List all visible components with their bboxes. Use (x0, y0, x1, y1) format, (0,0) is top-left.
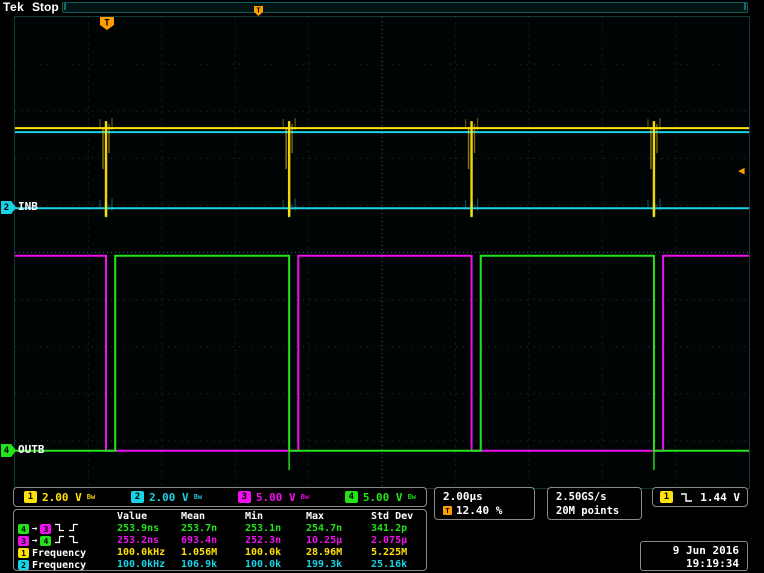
trigger-source-badge: 1 (660, 491, 673, 503)
measurement-cell: 5.225M (371, 547, 426, 559)
measurement-cell: 253.1n (245, 523, 306, 535)
channel-3-readout[interactable]: 3 5.00 V Bw (238, 491, 309, 504)
channel-readout-bar: 1 2.00 V Bw 2 2.00 V Bw 3 5.00 V Bw 4 5.… (13, 487, 427, 507)
measurement-table: Value Mean Min Max Std Dev 4 → 3 253.9ns… (13, 509, 427, 571)
column-header: Mean (181, 511, 245, 523)
timebase-scale: 2.00µs (443, 490, 534, 503)
date-label: 9 Jun 2016 (641, 544, 739, 557)
measurement-cell: 199.3k (306, 559, 371, 571)
channel-4-readout[interactable]: 4 5.00 V Bw (345, 491, 416, 504)
measurement-label-delay-3-4: 3 → 4 (18, 535, 117, 547)
measurement-label-ch2-frequency: 2 Frequency (18, 559, 117, 571)
measurement-cell: 254.7n (306, 523, 371, 535)
channel-1-scale: 2.00 V (42, 491, 82, 504)
measurement-cell: 100.0k (245, 547, 306, 559)
measurement-label-ch1-frequency: 1 Frequency (18, 547, 117, 559)
measurement-cell: 100.0kHz (117, 547, 181, 559)
measurement-cell: 10.25µ (306, 535, 371, 547)
bandwidth-limit-icon: Bw (408, 493, 416, 501)
measurement-cell: 100.0k (245, 559, 306, 571)
acquisition-status: Stop (32, 0, 59, 14)
top-bar: Tek Stop T (0, 0, 764, 15)
svg-text:T: T (104, 19, 110, 29)
measurement-cell: 1.056M (181, 547, 245, 559)
measurement-cell: 253.2ns (117, 535, 181, 547)
measurement-name: Frequency (32, 548, 86, 559)
channel-2-badge: 2 (18, 560, 29, 570)
measurement-cell: 252.3n (245, 535, 306, 547)
bandwidth-limit-icon: Bw (87, 493, 95, 501)
tek-logo: Tek (3, 0, 24, 14)
datetime-readout: 9 Jun 2016 19:19:34 (640, 541, 748, 571)
column-header: Max (306, 511, 371, 523)
trigger-readout[interactable]: 1 1.44 V (652, 487, 748, 507)
channel-4-badge[interactable]: 4 (345, 491, 358, 503)
channel-1-badge: 1 (18, 548, 29, 558)
svg-text:T: T (256, 7, 260, 15)
preview-left-tick (64, 3, 66, 10)
trigger-level: 1.44 V (700, 491, 740, 504)
preview-right-tick (744, 3, 746, 10)
channel-3-badge: 3 (18, 536, 29, 546)
channel-1-readout[interactable]: 1 2.00 V Bw (24, 491, 95, 504)
channel-3-badge[interactable]: 3 (238, 491, 251, 503)
measurement-cell: 25.16k (371, 559, 426, 571)
trace-label-inb: INB (18, 200, 38, 213)
arrow-icon: → (32, 536, 37, 546)
graticule: T (14, 16, 750, 489)
trigger-position-percent: 12.40 % (456, 504, 502, 517)
sample-rate: 2.50GS/s (556, 490, 641, 504)
table-corner (18, 511, 117, 523)
measurement-cell: 100.0kHz (117, 559, 181, 571)
bandwidth-limit-icon: Bw (301, 493, 309, 501)
trigger-level-arrow-icon[interactable]: ◀ (738, 164, 745, 177)
channel-2-readout[interactable]: 2 2.00 V Bw (131, 491, 202, 504)
falling-edge-icon (54, 523, 65, 535)
time-label: 19:19:34 (641, 557, 739, 570)
falling-edge-icon (680, 488, 693, 507)
waveform-display (15, 17, 749, 488)
trace-label-outb: OUTB (18, 443, 45, 456)
channel-4-scale: 5.00 V (363, 491, 403, 504)
channel-1-badge[interactable]: 1 (24, 491, 37, 503)
measurement-cell: 341.2p (371, 523, 426, 535)
measurement-label-delay-4-3: 4 → 3 (18, 523, 117, 535)
measurement-cell: 253.9ns (117, 523, 181, 535)
channel-3-scale: 5.00 V (256, 491, 296, 504)
horizontal-readout[interactable]: 2.00µs T 12.40 % (434, 487, 535, 520)
record-length: 20M points (556, 504, 641, 518)
trigger-position-icon: T (443, 506, 452, 515)
channel-2-scale: 2.00 V (149, 491, 189, 504)
column-header: Value (117, 511, 181, 523)
measurement-cell: 253.7n (181, 523, 245, 535)
measurement-name: Frequency (32, 560, 86, 571)
acquisition-preview-bar[interactable]: T (62, 2, 748, 13)
channel-4-badge: 4 (40, 536, 51, 546)
column-header: Min (245, 511, 306, 523)
measurement-cell: 28.96M (306, 547, 371, 559)
measurement-cell: 693.4n (181, 535, 245, 547)
channel-2-badge[interactable]: 2 (131, 491, 144, 503)
rising-edge-icon (68, 523, 79, 535)
acquisition-readout[interactable]: 2.50GS/s 20M points (547, 487, 642, 520)
rising-edge-icon (54, 535, 65, 547)
measurement-cell: 2.075µ (371, 535, 426, 547)
arrow-icon: → (32, 524, 37, 534)
oscilloscope-screen: Tek Stop T T 2 INB 4 OUTB ◀ 1 2.00 V Bw (0, 0, 764, 573)
falling-edge-icon (68, 535, 79, 547)
column-header: Std Dev (371, 511, 426, 523)
channel-3-badge: 3 (40, 524, 51, 534)
channel-4-badge: 4 (18, 524, 29, 534)
measurement-cell: 106.9k (181, 559, 245, 571)
bandwidth-limit-icon: Bw (194, 493, 202, 501)
